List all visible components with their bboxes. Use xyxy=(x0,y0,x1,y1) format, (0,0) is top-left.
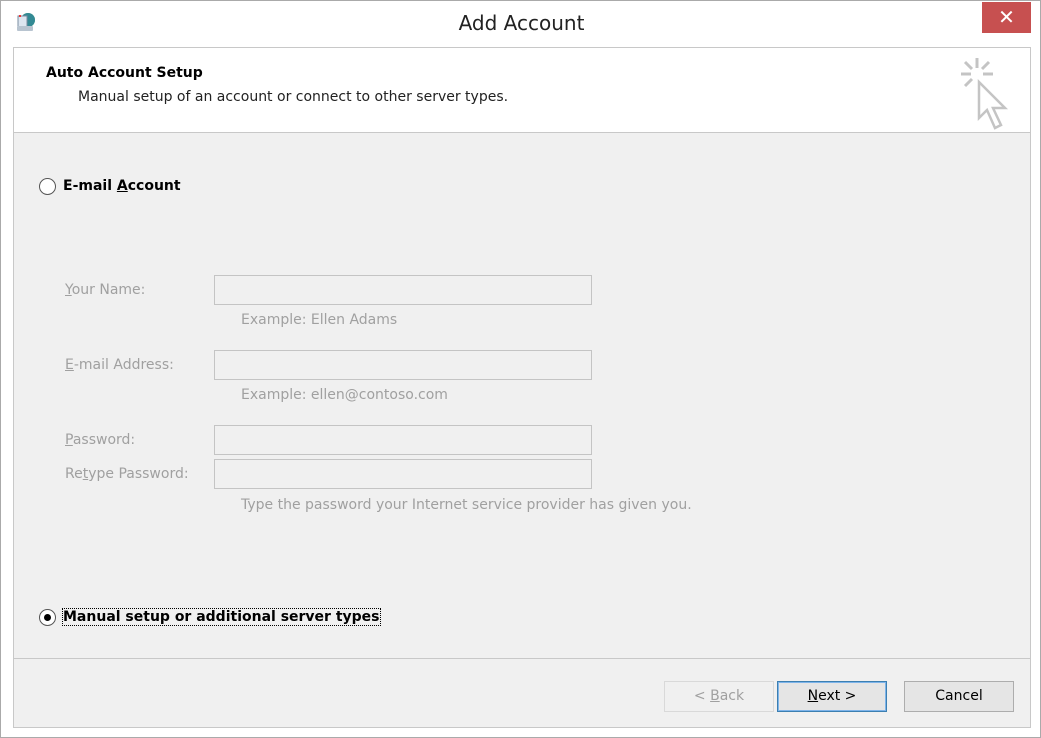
footer-divider xyxy=(14,658,1030,659)
retype-password-label: Retype Password: xyxy=(65,466,189,482)
content-panel: Auto Account Setup Manual setup of an ac… xyxy=(13,47,1031,728)
cancel-button[interactable]: Cancel xyxy=(904,681,1014,712)
retype-password-input[interactable] xyxy=(214,459,592,489)
next-button[interactable]: Next > xyxy=(777,681,887,712)
your-name-hint: Example: Ellen Adams xyxy=(241,312,398,328)
email-address-label: E-mail Address: xyxy=(65,357,174,373)
password-input[interactable] xyxy=(214,425,592,455)
manual-setup-radio[interactable] xyxy=(39,609,56,626)
manual-setup-label[interactable]: Manual setup or additional server types xyxy=(62,608,381,626)
email-account-radio[interactable] xyxy=(39,178,56,195)
password-hint: Type the password your Internet service … xyxy=(241,497,692,513)
email-address-input[interactable] xyxy=(214,350,592,380)
password-label: Password: xyxy=(65,432,136,448)
page-title: Auto Account Setup xyxy=(46,65,203,81)
window-title: Add Account xyxy=(458,11,585,35)
email-address-hint: Example: ellen@contoso.com xyxy=(241,387,448,403)
your-name-input[interactable] xyxy=(214,275,592,305)
close-button[interactable]: ✕ xyxy=(982,2,1031,33)
page-subtitle: Manual setup of an account or connect to… xyxy=(78,89,509,105)
your-name-label: Your Name: xyxy=(65,282,146,298)
add-account-dialog: Add Account ✕ Auto Account Setup Manual … xyxy=(0,0,1041,738)
back-button[interactable]: < Back xyxy=(664,681,774,712)
cursor-sparkle-icon xyxy=(957,56,1013,136)
header: Auto Account Setup Manual setup of an ac… xyxy=(14,48,1030,133)
email-account-label[interactable]: E-mail Account xyxy=(63,178,181,194)
